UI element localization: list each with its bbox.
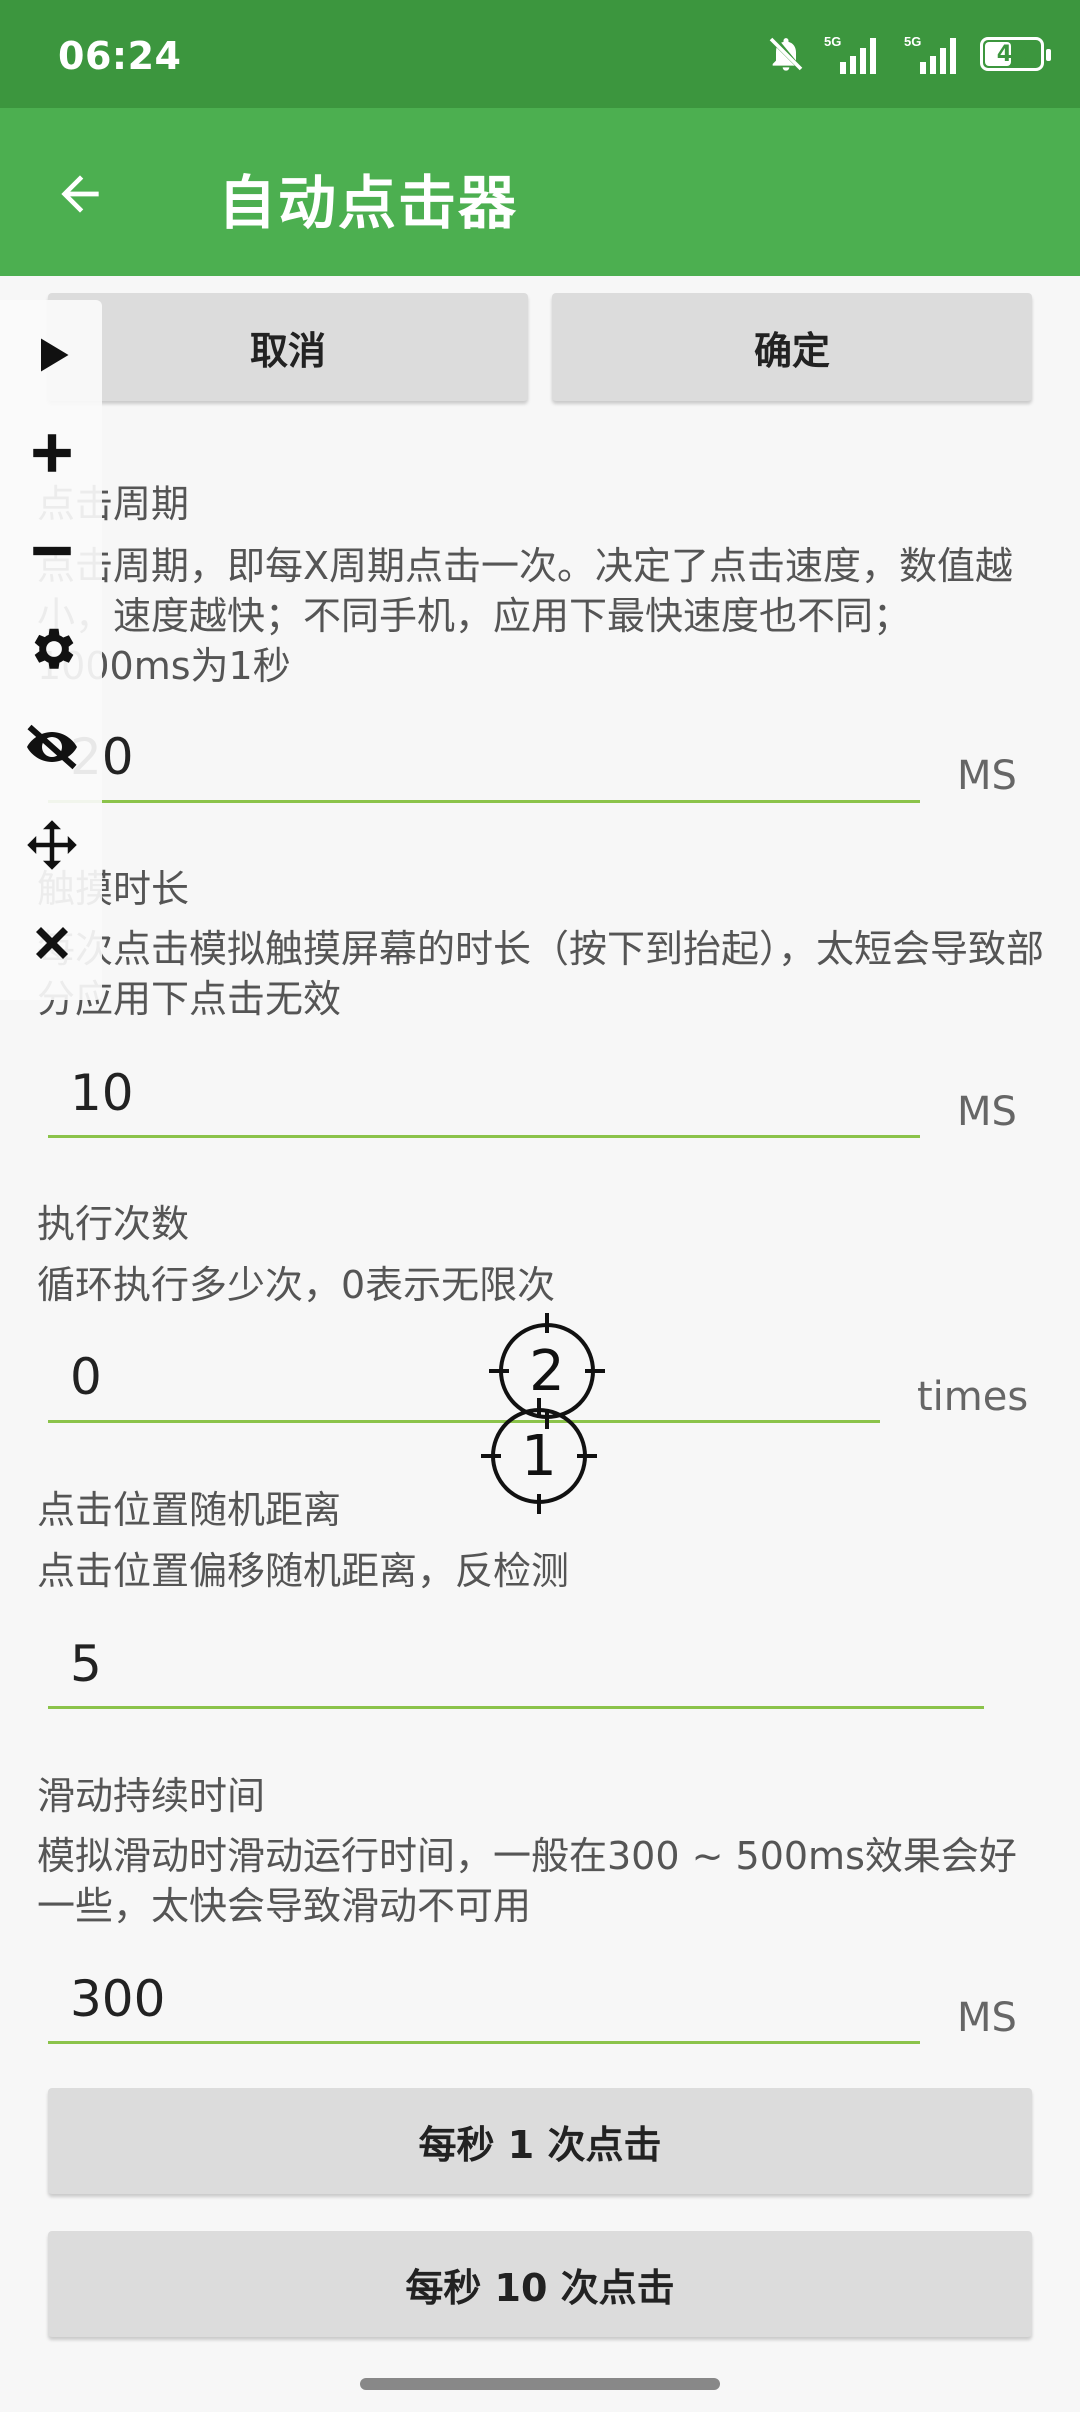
- move-icon: [27, 820, 77, 870]
- click-target-1[interactable]: 1: [479, 1396, 599, 1516]
- setting-desc-swipe-duration: 模拟滑动时滑动运行时间，一般在300 ~ 500ms效果会好一些，太快会导致滑动…: [37, 1834, 1017, 1928]
- preset-10-per-second-button[interactable]: 每秒 10 次点击: [48, 2231, 1032, 2337]
- eye-off-icon: [27, 724, 77, 770]
- play-icon: [41, 338, 69, 372]
- click-target-number: 1: [521, 1423, 557, 1489]
- page-title: 自动点击器: [218, 169, 519, 237]
- touch-duration-input[interactable]: 10: [70, 1064, 134, 1122]
- app-bar: 自动点击器: [0, 108, 1080, 276]
- random-offset-input[interactable]: 5: [70, 1635, 102, 1693]
- remove-target-button[interactable]: [20, 519, 84, 583]
- setting-label-random-offset: 点击位置随机距离: [37, 1488, 342, 1532]
- status-bar: 06:24 5G 5G 46: [0, 0, 1080, 108]
- setting-desc-click-period: 点击周期，即每X周期点击一次。决定了点击速度，数值越小，速度越快；不同手机，应用…: [37, 544, 1014, 688]
- plus-icon: [33, 434, 71, 472]
- status-time: 06:24: [58, 34, 182, 78]
- gear-icon: [34, 628, 74, 669]
- back-button[interactable]: [40, 154, 120, 234]
- battery-level: 46: [996, 41, 1028, 67]
- swipe-duration-unit: MS: [957, 1995, 1017, 2041]
- setting-label-execution-count: 执行次数: [37, 1202, 190, 1246]
- touch-duration-unit: MS: [957, 1089, 1017, 1135]
- minus-icon: [33, 546, 71, 556]
- setting-label-swipe-duration: 滑动持续时间: [37, 1774, 266, 1818]
- random-offset-underline: [48, 1706, 984, 1709]
- click-period-underline: [48, 800, 920, 803]
- hide-targets-button[interactable]: [20, 715, 84, 779]
- setting-desc-execution-count: 循环执行多少次，0表示无限次: [37, 1263, 556, 1307]
- cancel-button[interactable]: 取消: [48, 293, 528, 401]
- close-toolbar-button[interactable]: [20, 911, 84, 975]
- home-indicator[interactable]: [360, 2378, 720, 2390]
- preset-1-per-second-button[interactable]: 每秒 1 次点击: [48, 2088, 1032, 2194]
- close-icon: [36, 927, 68, 959]
- click-period-unit: MS: [957, 753, 1017, 799]
- status-icons: 5G 5G 46: [766, 32, 1051, 76]
- svg-text:5G: 5G: [824, 34, 841, 49]
- setting-desc-random-offset: 点击位置偏移随机距离，反检测: [37, 1549, 570, 1593]
- svg-text:5G: 5G: [904, 34, 921, 49]
- confirm-button[interactable]: 确定: [552, 293, 1032, 401]
- signal-5g-icon: 5G: [824, 34, 876, 74]
- signal-5g-icon: 5G: [904, 34, 956, 74]
- touch-duration-underline: [48, 1135, 920, 1138]
- settings-button[interactable]: [20, 617, 84, 681]
- swipe-duration-input[interactable]: 300: [70, 1970, 165, 2028]
- battery-icon: 46: [980, 37, 1051, 71]
- arrow-left-icon: [61, 175, 99, 213]
- move-toolbar-button[interactable]: [20, 813, 84, 877]
- add-target-button[interactable]: [20, 421, 84, 485]
- execution-count-underline: [48, 1420, 880, 1423]
- execution-count-input[interactable]: 0: [70, 1348, 102, 1406]
- floating-toolbar: [0, 300, 102, 1000]
- setting-desc-touch-duration: 每次点击模拟触摸屏幕的时长（按下到抬起），太短会导致部分应用下点击无效: [37, 927, 1045, 1021]
- bell-off-icon: [769, 37, 803, 71]
- play-button[interactable]: [20, 323, 84, 387]
- swipe-duration-underline: [48, 2041, 920, 2044]
- execution-count-unit: times: [917, 1374, 1029, 1420]
